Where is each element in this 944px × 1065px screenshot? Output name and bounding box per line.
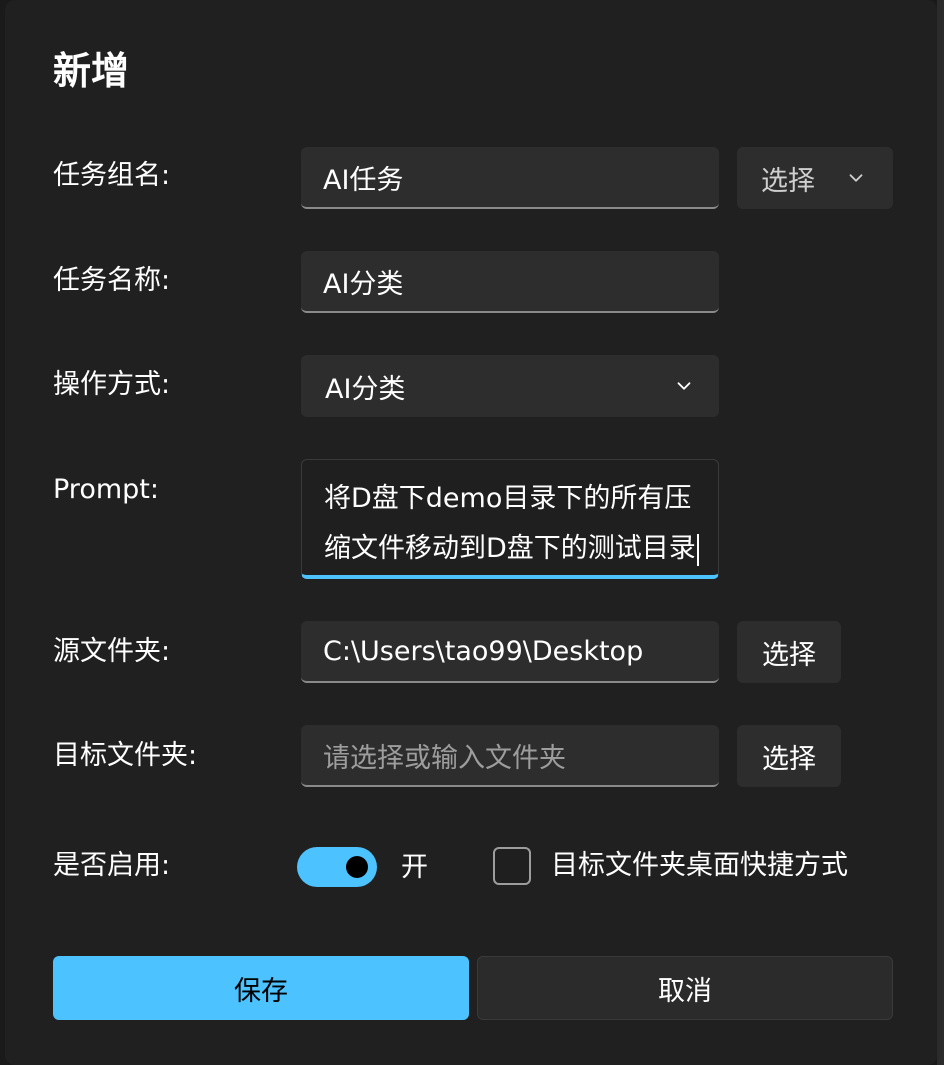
prompt-line-2: 缩文件移动到D盘下的测试目录 [324, 524, 718, 574]
target-folder-label: 目标文件夹: [53, 740, 198, 771]
toggle-knob [346, 856, 368, 878]
group-select-label: 选择 [761, 165, 815, 197]
chevron-down-icon [677, 382, 691, 390]
toggle-state-text: 开 [401, 852, 428, 883]
desktop-shortcut-label[interactable]: 目标文件夹桌面快捷方式 [551, 852, 848, 879]
group-input[interactable]: AI任务 [301, 147, 719, 209]
source-folder-label: 源文件夹: [53, 636, 171, 667]
prompt-line-1: 将D盘下demo目录下的所有压 [324, 483, 692, 514]
group-label: 任务组名: [53, 160, 171, 191]
target-folder-input[interactable]: 请选择或输入文件夹 [301, 725, 719, 787]
desktop-shortcut-checkbox[interactable] [493, 847, 531, 885]
target-select-button[interactable]: 选择 [737, 725, 841, 787]
text-caret [696, 533, 699, 566]
enabled-label: 是否启用: [53, 850, 171, 881]
prompt-label: Prompt: [53, 474, 159, 505]
task-name-label: 任务名称: [53, 265, 171, 296]
enabled-toggle[interactable] [297, 847, 377, 887]
chevron-down-icon [849, 174, 863, 182]
save-button[interactable]: 保存 [53, 956, 469, 1020]
cancel-button[interactable]: 取消 [477, 956, 893, 1020]
source-folder-input[interactable]: C:\Users\tao99\Desktop [301, 621, 719, 683]
operation-value: AI分类 [325, 373, 406, 405]
operation-label: 操作方式: [53, 369, 171, 400]
task-name-input[interactable]: AI分类 [301, 251, 719, 313]
group-select-button[interactable]: 选择 [737, 147, 893, 209]
dialog-title: 新增 [53, 49, 130, 93]
background-window-edge [937, 0, 944, 1065]
new-task-dialog: 新增 任务组名: AI任务 选择 任务名称: AI分类 操作方式: AI分类 P… [5, 0, 937, 1065]
operation-combobox[interactable]: AI分类 [301, 355, 719, 417]
prompt-textarea[interactable]: 将D盘下demo目录下的所有压 缩文件移动到D盘下的测试目录 [301, 459, 719, 579]
source-select-button[interactable]: 选择 [737, 621, 841, 683]
